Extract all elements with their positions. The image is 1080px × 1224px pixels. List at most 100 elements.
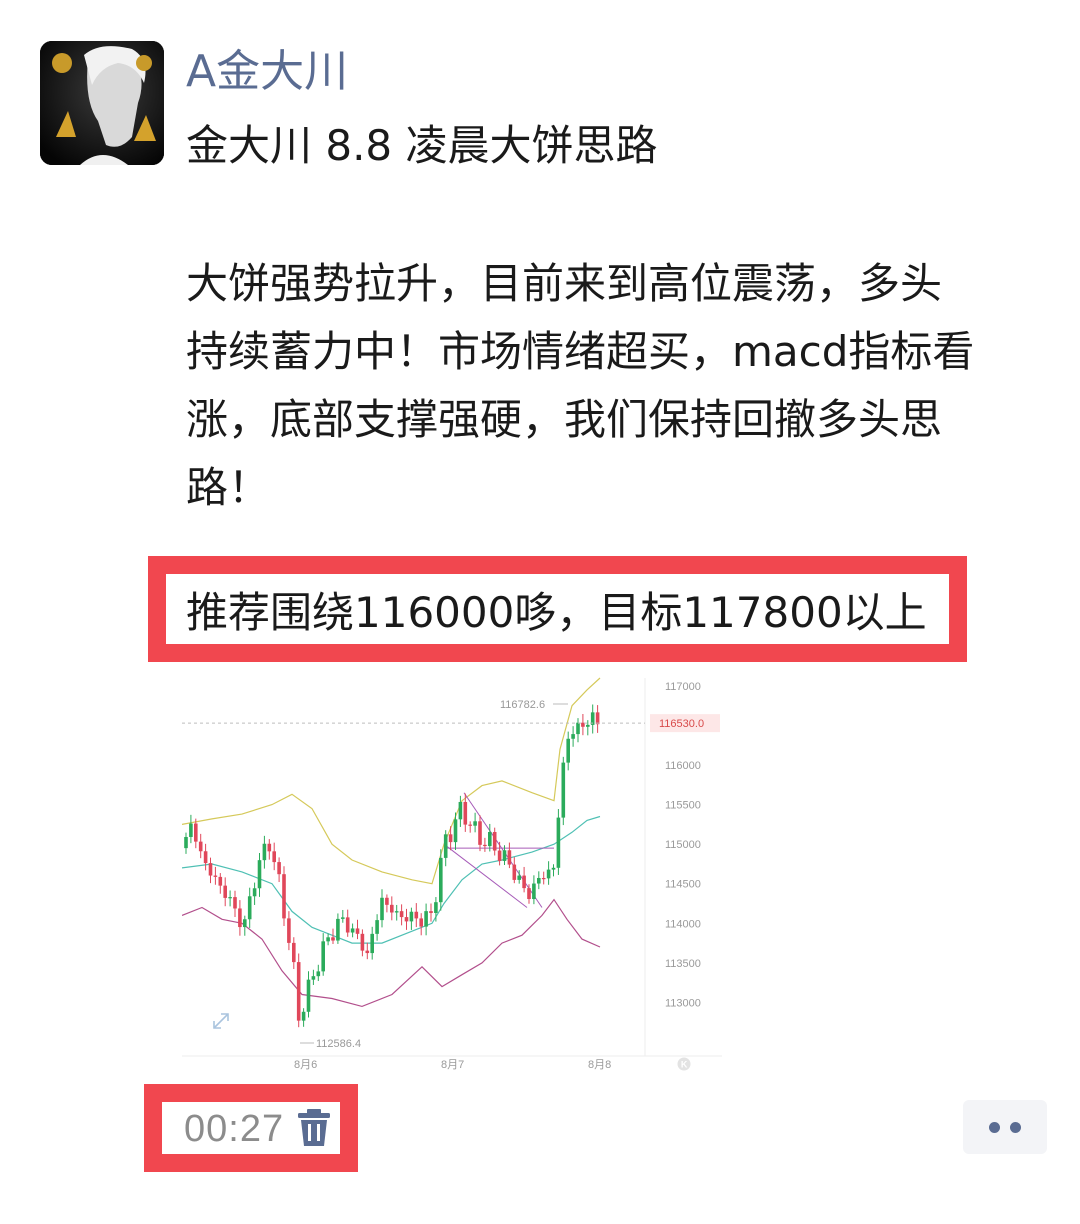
candle-body (194, 823, 198, 842)
x-tick-label: 8月7 (441, 1059, 464, 1071)
chart-svg: 1170001165001160001155001150001145001140… (181, 677, 722, 1071)
candle-body (409, 911, 414, 922)
x-tick-label: 8月8 (588, 1059, 611, 1071)
post-time: 00:27 (184, 1108, 285, 1150)
y-tick-label: 116000 (665, 760, 701, 772)
candle-body (488, 831, 492, 847)
svg-text:K: K (681, 1060, 688, 1070)
current-price-label: 116530.0 (659, 718, 704, 730)
candle-body (429, 911, 433, 913)
candle-body (360, 933, 365, 951)
candle-body (247, 896, 252, 920)
y-tick-label: 113500 (665, 958, 701, 970)
candle-body (331, 937, 335, 941)
more-button[interactable] (963, 1100, 1047, 1154)
y-tick-label: 114500 (665, 879, 701, 891)
candle-body (566, 738, 570, 763)
candle-body (316, 971, 321, 977)
candle-body (287, 918, 291, 943)
candle-body (595, 712, 600, 725)
candle-body (414, 911, 419, 919)
candle-body (350, 928, 355, 933)
candle-body (546, 869, 551, 879)
author-name[interactable]: A金大川 (186, 44, 348, 100)
candle-body (507, 850, 512, 865)
candle-body (571, 734, 575, 739)
candle-body (321, 941, 325, 972)
candle-body (267, 843, 272, 852)
lower-band-line (181, 898, 601, 1008)
post-body: 大饼强势拉升，目前来到高位震荡，多头 持续蓄力中！市场情绪超买，macd指标看 … (186, 259, 975, 512)
candle-body (424, 911, 428, 927)
candle-body (483, 844, 487, 847)
candle-body (257, 860, 262, 889)
high-price-label: 116782.6 (500, 699, 545, 711)
candle-body (311, 976, 316, 980)
candle-body (301, 1011, 306, 1021)
y-tick-label: 115500 (665, 800, 701, 812)
candle-body (238, 908, 242, 928)
candle-body (282, 874, 286, 919)
expand-icon[interactable] (213, 1013, 229, 1029)
candle-body (453, 819, 458, 843)
candle-body (448, 834, 453, 843)
candle-body (463, 801, 468, 825)
candle-body (292, 942, 296, 963)
candle-body (355, 928, 360, 934)
avatar-image (40, 41, 164, 165)
candle-body (345, 917, 350, 933)
candle-body (184, 836, 188, 849)
price-chart[interactable]: 1170001165001160001155001150001145001140… (181, 672, 722, 1074)
candle-body (198, 841, 203, 852)
candle-body (419, 918, 423, 927)
candle-body (468, 824, 472, 826)
candle-body (218, 876, 223, 886)
candle-body (517, 875, 521, 880)
candle-body (586, 724, 590, 727)
candle-body (404, 917, 409, 922)
avatar[interactable] (40, 41, 164, 165)
candle-body (443, 834, 448, 858)
candle-body (262, 843, 267, 861)
candle-body (370, 933, 374, 954)
candle-body (512, 864, 517, 880)
candle-body (233, 897, 237, 909)
more-dot (1010, 1122, 1021, 1133)
candle-body (243, 919, 247, 928)
chart-watermark-icon: K (677, 1057, 691, 1071)
y-tick-label: 114000 (665, 918, 701, 930)
candle-body (497, 850, 502, 861)
candle-body (277, 862, 281, 875)
candle-body (399, 911, 404, 918)
candle-body (537, 877, 541, 884)
candle-body (336, 918, 340, 941)
more-dot (989, 1122, 1000, 1133)
y-tick-label: 115000 (665, 839, 701, 851)
candle-body (208, 863, 213, 876)
candle-body (189, 823, 193, 837)
candle-body (223, 885, 227, 898)
candle-body (541, 877, 546, 880)
candle-body (203, 851, 208, 864)
candle-body (365, 950, 370, 954)
candle-body (434, 902, 438, 913)
candle-body (375, 920, 379, 934)
candle-body (385, 897, 389, 905)
candle-body (252, 888, 257, 897)
candle-body (390, 904, 394, 913)
candle-body (478, 821, 482, 845)
candle-body (306, 979, 311, 1012)
candle-body (272, 851, 276, 863)
candle-body (502, 850, 507, 861)
candle-body (394, 911, 399, 913)
candle-body (296, 962, 301, 1021)
post-title: 金大川 8.8 凌晨大饼思路 (186, 121, 658, 170)
candle-body (556, 817, 561, 868)
x-tick-label: 8月6 (294, 1059, 317, 1071)
candle-body (532, 883, 536, 900)
y-tick-label: 113000 (665, 997, 701, 1009)
trash-icon[interactable] (296, 1108, 332, 1148)
low-price-label: 112586.4 (316, 1038, 361, 1050)
candle-body (458, 801, 463, 820)
candle-body (473, 821, 477, 826)
